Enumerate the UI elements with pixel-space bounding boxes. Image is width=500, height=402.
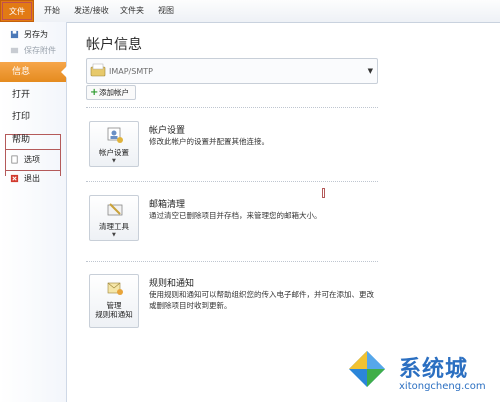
nav-exit[interactable]: 退出: [0, 170, 66, 188]
nav-print-label: 打印: [12, 112, 31, 122]
chevron-down-icon: ▼: [112, 158, 116, 164]
add-account-label: 添加帐户: [99, 88, 129, 97]
watermark-logo-icon: [349, 351, 385, 387]
nav-help[interactable]: 帮助: [0, 131, 66, 149]
account-settings-button-label: 帐户设置: [99, 148, 129, 157]
mailbox-icon: [90, 63, 106, 77]
watermark-url: xitongcheng.com: [399, 381, 486, 392]
nav-info[interactable]: 信息: [0, 62, 67, 82]
chevron-down-icon: ▼: [367, 67, 373, 75]
section-heading: 邮箱清理: [149, 200, 186, 210]
nav-options-label: 选项: [24, 155, 40, 164]
tab-view[interactable]: 视图: [152, 0, 180, 22]
section-description: 通过清空已删除项目并存档，来管理您的邮箱大小。: [149, 211, 322, 220]
tab-home[interactable]: 开始: [38, 0, 66, 22]
cleanup-tools-icon: [107, 203, 123, 216]
account-settings-section: 帐户设置 ▼ 帐户设置 修改此帐户的设置并配置其他连接。: [86, 109, 378, 179]
nav-save-attachments[interactable]: 保存附件: [0, 42, 66, 60]
save-as-icon: [10, 30, 19, 39]
cleanup-tools-button[interactable]: 清理工具 ▼: [89, 195, 139, 241]
mailbox-cleanup-section: 清理工具 ▼ 邮箱清理 通过清空已删除项目并存档，来管理您的邮箱大小。: [86, 183, 378, 253]
account-settings-button[interactable]: 帐户设置 ▼: [89, 121, 139, 167]
divider: [86, 181, 378, 182]
divider: [86, 107, 378, 108]
nav-help-label: 帮助: [12, 135, 31, 145]
rules-alerts-icon: [107, 282, 123, 295]
exit-icon: [10, 174, 19, 183]
nav-info-label: 信息: [12, 67, 31, 77]
tab-send-receive[interactable]: 发送/接收: [68, 0, 115, 22]
watermark: 系统城 xitongcheng.com: [345, 345, 495, 400]
manage-rules-button-label: 管理 规则和通知: [95, 301, 133, 319]
nav-open[interactable]: 打开: [0, 86, 66, 104]
nav-options[interactable]: 选项: [0, 151, 66, 169]
section-description: 使用规则和通知可以帮助组织您的传入电子邮件，并可在添加、更改或删除项目时收到更新…: [149, 290, 374, 310]
ribbon-tab-bar: 文件 开始 发送/接收 文件夹 视图: [0, 0, 500, 23]
add-account-button[interactable]: + 添加帐户: [86, 85, 136, 100]
options-icon: [11, 155, 18, 164]
tab-folder[interactable]: 文件夹: [114, 0, 150, 22]
account-selector[interactable]: IMAP/SMTP ▼: [86, 58, 378, 84]
plus-icon: +: [90, 87, 99, 98]
cleanup-tools-button-label: 清理工具: [99, 222, 129, 231]
chevron-down-icon: ▼: [112, 232, 116, 238]
section-heading: 帐户设置: [149, 126, 186, 136]
highlight-outline: [2, 2, 32, 20]
manage-rules-button[interactable]: 管理 规则和通知: [89, 274, 139, 328]
nav-print[interactable]: 打印: [0, 108, 66, 126]
nav-open-label: 打开: [12, 90, 31, 100]
attachment-icon: [10, 47, 19, 54]
backstage-nav: 另存为 保存附件 信息 打开 打印 帮助 选项 退出: [0, 22, 67, 402]
section-description: 修改此帐户的设置并配置其他连接。: [149, 137, 269, 146]
account-settings-icon: [107, 127, 123, 143]
page-title: 帐户信息: [86, 37, 142, 53]
section-heading: 规则和通知: [149, 279, 195, 289]
rules-alerts-section: 管理 规则和通知 规则和通知 使用规则和通知可以帮助组织您的传入电子邮件，并可在…: [86, 262, 378, 332]
nav-save-attachments-label: 保存附件: [24, 46, 56, 55]
nav-exit-label: 退出: [24, 174, 40, 183]
text-cursor-marker: [322, 188, 325, 198]
watermark-text: 系统城: [399, 357, 469, 382]
account-label: IMAP/SMTP: [109, 67, 153, 76]
